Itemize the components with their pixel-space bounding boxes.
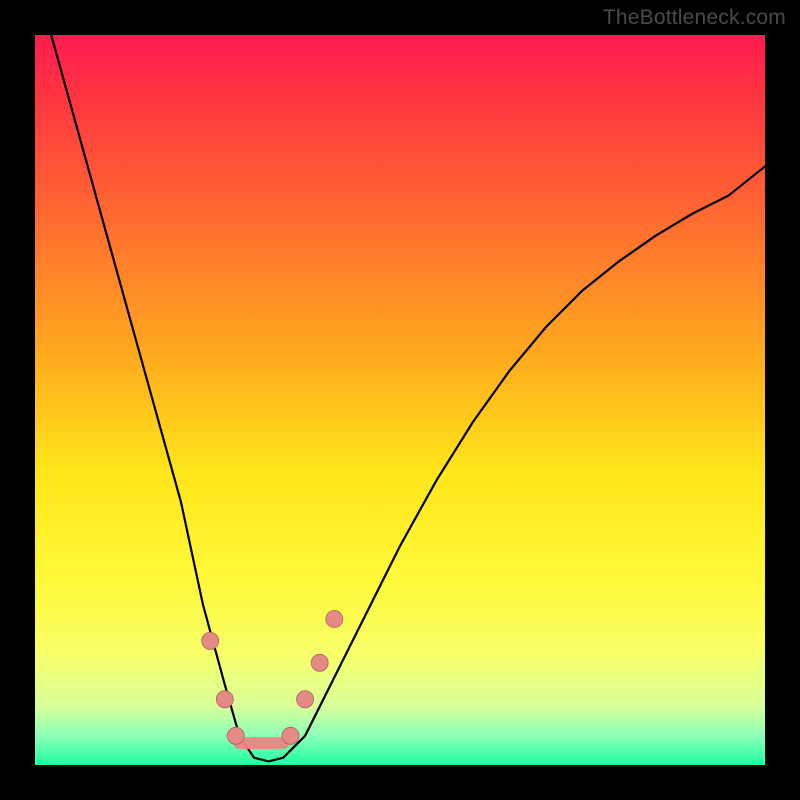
curve-marker [202,632,219,649]
plot-area [35,35,765,765]
curve-marker [326,611,343,628]
curve-marker [216,691,233,708]
chart-frame: TheBottleneck.com [0,0,800,800]
left-slope-markers [202,632,245,744]
curve-marker [282,727,299,744]
source-attribution: TheBottleneck.com [603,6,786,30]
curve-marker [311,654,328,671]
bottleneck-curve-svg [35,35,765,765]
bottleneck-curve [35,35,765,761]
curve-marker [227,727,244,744]
curve-marker [297,691,314,708]
